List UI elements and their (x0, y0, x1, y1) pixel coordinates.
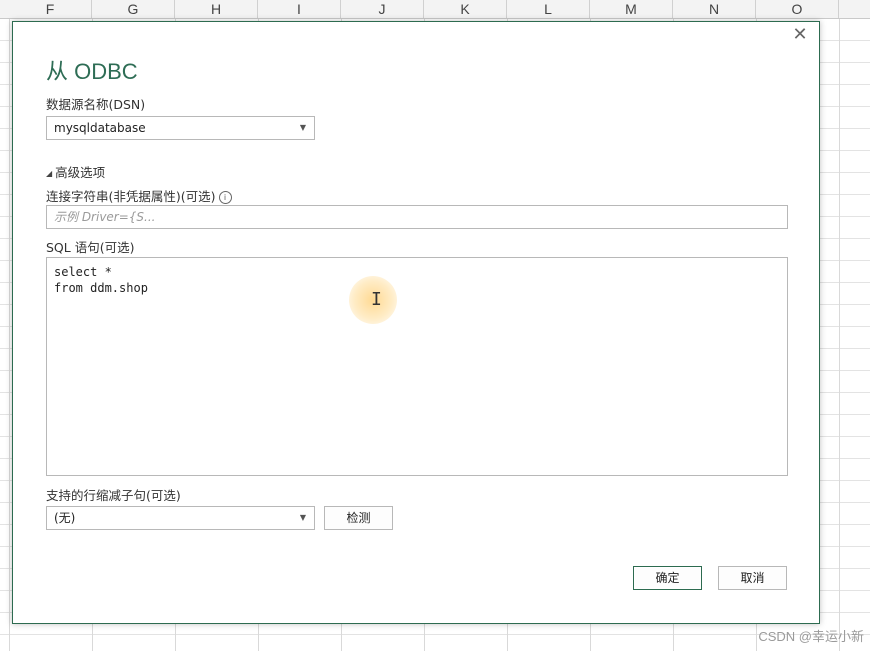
column-header[interactable]: N (673, 0, 756, 18)
column-header[interactable]: J (341, 0, 424, 18)
close-icon[interactable]: ✕ (791, 26, 809, 44)
chevron-down-icon: ▼ (299, 123, 306, 132)
advanced-options-toggle[interactable]: ◢ 高级选项 (46, 162, 105, 181)
dialog-title: 从 ODBC (46, 59, 138, 84)
expanded-triangle-icon: ◢ (46, 169, 53, 178)
ok-button[interactable]: 确定 (633, 566, 702, 590)
column-header-row: F G H I J K L M N O (0, 0, 870, 19)
info-icon[interactable]: i (218, 191, 232, 204)
conn-string-label-row: 连接字符串(非凭据属性)(可选) i (46, 186, 232, 205)
sql-line: from ddm.shop (54, 281, 148, 295)
column-header[interactable]: F (9, 0, 92, 18)
column-header[interactable]: G (92, 0, 175, 18)
row-reduction-select[interactable]: (无) ▼ (46, 506, 315, 530)
detect-button[interactable]: 检测 (324, 506, 393, 530)
column-header[interactable]: K (424, 0, 507, 18)
dsn-label: 数据源名称(DSN) (46, 97, 146, 112)
conn-string-label: 连接字符串(非凭据属性)(可选) (46, 189, 216, 204)
row-reduction-label: 支持的行缩减子句(可选) (46, 488, 181, 503)
sql-label: SQL 语句(可选) (46, 240, 135, 255)
text-cursor-icon: I (371, 289, 382, 310)
advanced-options-label: 高级选项 (55, 165, 106, 180)
odbc-dialog: ✕ 从 ODBC 数据源名称(DSN) mysqldatabase ▼ ◢ 高级选… (12, 21, 820, 624)
column-header[interactable]: M (590, 0, 673, 18)
column-header[interactable]: H (175, 0, 258, 18)
sql-line: select * (54, 265, 112, 279)
column-header[interactable]: I (258, 0, 341, 18)
row-reduction-value: (无) (54, 511, 76, 525)
conn-string-placeholder: 示例 Driver={S... (54, 210, 156, 224)
column-header[interactable]: L (507, 0, 590, 18)
chevron-down-icon: ▼ (299, 513, 306, 522)
column-header[interactable]: O (756, 0, 839, 18)
dsn-select[interactable]: mysqldatabase ▼ (46, 116, 315, 140)
cancel-button[interactable]: 取消 (718, 566, 787, 590)
sql-textarea[interactable]: select * from ddm.shop (46, 257, 788, 476)
watermark: CSDN @幸运小新 (758, 629, 864, 644)
dsn-value: mysqldatabase (54, 121, 146, 135)
conn-string-input[interactable]: 示例 Driver={S... (46, 205, 788, 229)
